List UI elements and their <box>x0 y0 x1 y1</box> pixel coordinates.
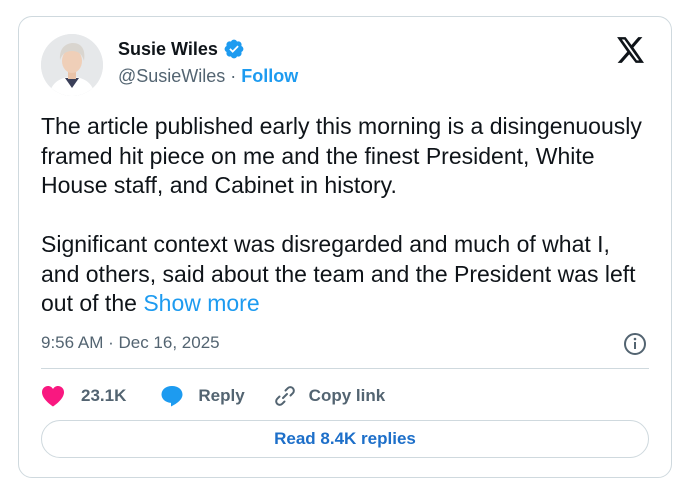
author-name[interactable]: Susie Wiles <box>118 38 218 60</box>
tweet-text: The article published early this morning… <box>41 112 653 319</box>
reply-button[interactable]: Reply <box>160 385 245 407</box>
reply-bubble-icon <box>161 386 183 407</box>
author-name-row: Susie Wiles <box>118 38 245 60</box>
author-handle[interactable]: @SusieWiles <box>118 65 225 87</box>
link-icon <box>274 386 295 406</box>
tweet-paragraph-2-text: Significant context was disregarded and … <box>41 231 636 316</box>
show-more-link[interactable]: Show more <box>143 290 259 316</box>
tweet-paragraph-2: Significant context was disregarded and … <box>41 230 653 319</box>
tweet-timestamp[interactable]: 9:56 AM · Dec 16, 2025 <box>41 332 220 354</box>
like-button[interactable]: 23.1K <box>41 385 126 407</box>
heart-icon <box>42 386 64 407</box>
info-icon[interactable] <box>623 332 647 356</box>
x-logo-icon[interactable] <box>617 37 645 63</box>
avatar[interactable] <box>41 34 103 96</box>
follow-button[interactable]: Follow <box>241 65 298 87</box>
divider <box>41 368 649 369</box>
handle-separator: · <box>230 66 237 86</box>
copy-link-label: Copy link <box>308 386 386 405</box>
tweet-card: Susie Wiles @SusieWiles · Follow The art… <box>18 16 672 478</box>
verified-badge-icon <box>224 39 244 59</box>
tweet-paragraph-1: The article published early this morning… <box>41 113 642 198</box>
copy-link-button[interactable]: Copy link <box>273 384 386 408</box>
read-replies-button[interactable]: Read 8.4K replies <box>41 420 649 458</box>
reply-label: Reply <box>198 386 245 405</box>
like-count: 23.1K <box>81 386 127 405</box>
action-bar: 23.1K Reply Copy link <box>41 383 385 409</box>
author-handle-row: @SusieWiles · Follow <box>118 65 298 87</box>
